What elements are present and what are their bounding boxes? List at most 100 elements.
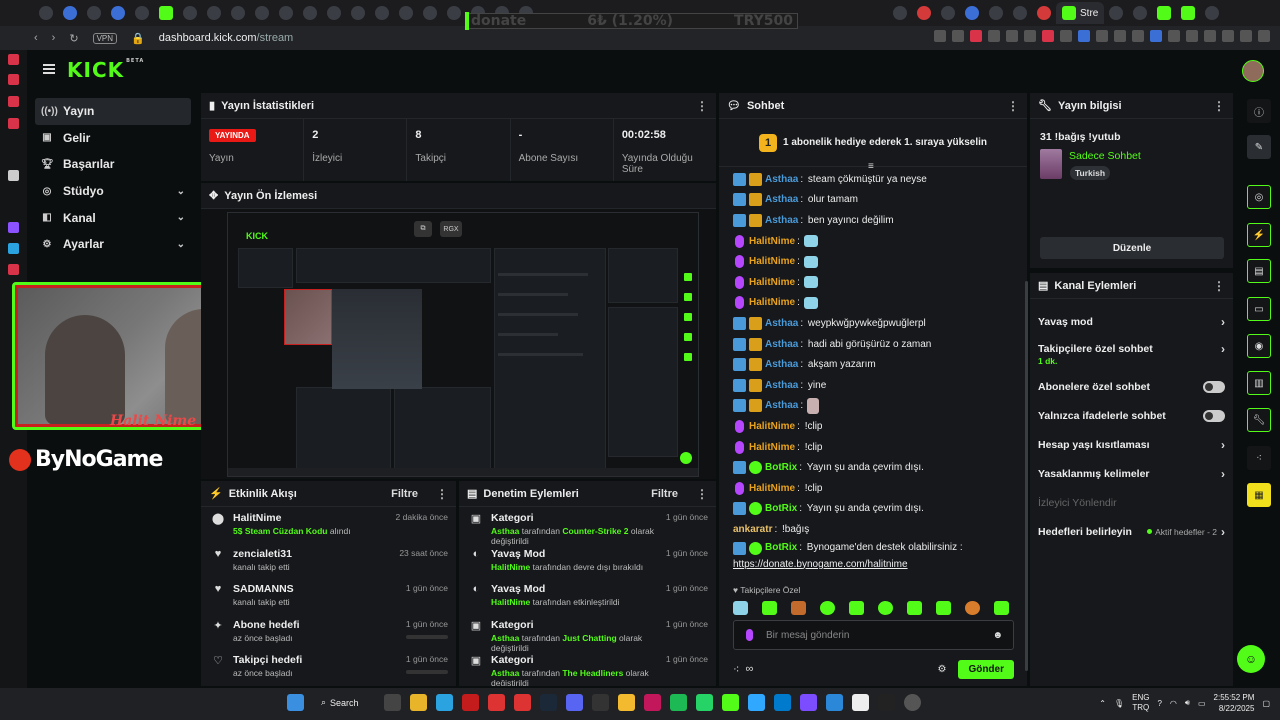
clock[interactable]: 2:55:52 PM 8/22/2025: [1214, 692, 1255, 714]
extension-icon[interactable]: [1114, 30, 1126, 42]
infinity-icon[interactable]: ∞: [745, 663, 753, 675]
tab-favicon[interactable]: [279, 6, 293, 20]
file-explorer-icon[interactable]: [410, 694, 427, 711]
edit-button[interactable]: Düzenle: [1040, 237, 1224, 259]
steam-icon[interactable]: [540, 694, 557, 711]
tab-favicon[interactable]: [111, 6, 125, 20]
bolt-icon[interactable]: ⚡: [1247, 223, 1271, 247]
emote-icon[interactable]: [878, 601, 893, 615]
chat-username[interactable]: Asthaa: [765, 339, 798, 350]
epic-games-icon[interactable]: [592, 694, 609, 711]
chat-bubble-icon[interactable]: ▭: [1247, 297, 1271, 321]
extension-icon[interactable]: [1186, 30, 1198, 42]
chat-username[interactable]: HalitNime: [749, 297, 795, 308]
extension-icon[interactable]: [1042, 30, 1054, 42]
photoshop-icon[interactable]: [748, 694, 765, 711]
tab-favicon[interactable]: [1157, 6, 1172, 20]
extension-icon[interactable]: [1024, 30, 1036, 42]
broadcast-icon[interactable]: ◉: [1247, 334, 1271, 358]
extension-icon[interactable]: [1006, 30, 1018, 42]
sidebar-app-icon[interactable]: [8, 118, 19, 129]
battery-icon[interactable]: ▭: [1198, 699, 1206, 708]
sidebar-app-icon[interactable]: [8, 96, 19, 107]
tab-favicon[interactable]: [327, 6, 341, 20]
edge-icon[interactable]: [436, 694, 453, 711]
visual-studio-icon[interactable]: [800, 694, 817, 711]
send-button[interactable]: Gönder: [958, 659, 1014, 679]
more-options-icon[interactable]: ⋮: [1213, 279, 1225, 293]
extension-icon[interactable]: [1096, 30, 1108, 42]
donate-link[interactable]: https://donate.bynogame.com/halitnime: [733, 559, 908, 570]
more-options-icon[interactable]: ⋮: [436, 487, 448, 501]
tab-favicon[interactable]: [375, 6, 389, 20]
vpn-badge[interactable]: VPN: [92, 32, 118, 44]
emote-icon[interactable]: [762, 601, 777, 615]
emote-icon[interactable]: [936, 601, 951, 615]
tab-favicon[interactable]: [423, 6, 437, 20]
emote-icon[interactable]: [820, 601, 835, 615]
capcut-icon[interactable]: [852, 694, 869, 711]
extension-icon[interactable]: [1150, 30, 1162, 42]
nav-item-kanal[interactable]: ◧ Kanal ⌄: [35, 204, 191, 231]
tab-favicon[interactable]: [1109, 6, 1124, 20]
banned-words-row[interactable]: Yasaklanmış kelimeler ›: [1030, 459, 1233, 488]
chat-username[interactable]: Asthaa: [765, 359, 798, 370]
help-chat-icon[interactable]: ☺: [1237, 645, 1265, 673]
chat-username[interactable]: ankaratr: [733, 524, 772, 535]
focus-icon[interactable]: ◎: [1247, 185, 1271, 209]
chat-username[interactable]: BotRix: [765, 542, 797, 553]
opera-gx-icon[interactable]: [488, 694, 505, 711]
emoji-icon[interactable]: ☻: [992, 630, 1003, 641]
chat-username[interactable]: Asthaa: [765, 174, 798, 185]
tab-favicon[interactable]: [159, 6, 173, 20]
chat-username[interactable]: HalitNime: [749, 256, 795, 267]
tab-favicon[interactable]: [1013, 6, 1027, 20]
nav-item-gelir[interactable]: ▣ Gelir: [35, 125, 191, 152]
forward-icon[interactable]: ›: [52, 32, 56, 44]
stream-category[interactable]: Sadece Sohbet: [1069, 150, 1141, 162]
emote-icon[interactable]: [907, 601, 922, 615]
sidebar-app-icon[interactable]: [8, 243, 19, 254]
extension-icon[interactable]: [1060, 30, 1072, 42]
stream-preview[interactable]: KICK ⧉ RGX: [201, 209, 716, 479]
nav-item-basarilar[interactable]: 🏆︎ Başarılar: [35, 151, 191, 178]
chat-username[interactable]: BotRix: [765, 503, 797, 514]
slow-mode-row[interactable]: Yavaş mod ›: [1030, 307, 1233, 336]
tab-favicon[interactable]: [183, 6, 197, 20]
reload-icon[interactable]: ↻: [69, 32, 78, 45]
taskbar-app-icon[interactable]: [826, 694, 843, 711]
sidebar-app-icon[interactable]: [8, 222, 19, 233]
sidebar-app-icon[interactable]: [8, 264, 19, 275]
gear-icon[interactable]: ⚙: [937, 664, 946, 675]
more-options-icon[interactable]: ⋮: [696, 99, 708, 113]
tab-favicon[interactable]: [135, 6, 149, 20]
extension-icon[interactable]: [1078, 30, 1090, 42]
whatsapp-icon[interactable]: [696, 694, 713, 711]
sidebar-app-icon[interactable]: [8, 74, 19, 85]
vscode-icon[interactable]: [774, 694, 791, 711]
taskbar-app-icon[interactable]: [644, 694, 661, 711]
gift-leaderboard-banner[interactable]: 1 1 abonelik hediye ederek 1. sıraya yük…: [719, 119, 1027, 167]
emote-icon[interactable]: [733, 601, 748, 615]
tab-favicon[interactable]: [989, 6, 1003, 20]
kick-icon[interactable]: [722, 694, 739, 711]
nav-item-yayin[interactable]: ((•)) Yayın: [35, 98, 191, 125]
extension-icon[interactable]: [1258, 30, 1270, 42]
extension-icon[interactable]: [1204, 30, 1216, 42]
back-icon[interactable]: ‹: [34, 32, 38, 44]
gift-icon[interactable]: ▦: [1247, 483, 1271, 507]
subscribers-only-toggle[interactable]: [1203, 380, 1225, 393]
url-field[interactable]: dashboard.kick.com/stream: [159, 32, 294, 44]
chevron-up-icon[interactable]: ⌃: [1099, 699, 1106, 708]
volume-icon[interactable]: 🔊︎: [1185, 698, 1190, 708]
extension-icon[interactable]: [934, 30, 946, 42]
chat-username[interactable]: HalitNime: [749, 236, 795, 247]
opera-icon[interactable]: [514, 694, 531, 711]
tab-favicon[interactable]: [231, 6, 245, 20]
more-options-icon[interactable]: ⋮: [1213, 99, 1225, 113]
more-options-icon[interactable]: ⋮: [696, 487, 708, 501]
tab-favicon[interactable]: [63, 6, 77, 20]
chat-scrollbar[interactable]: [1025, 281, 1028, 671]
info-icon[interactable]: ⓘ: [1247, 99, 1271, 123]
tab-favicon[interactable]: [1205, 6, 1220, 20]
